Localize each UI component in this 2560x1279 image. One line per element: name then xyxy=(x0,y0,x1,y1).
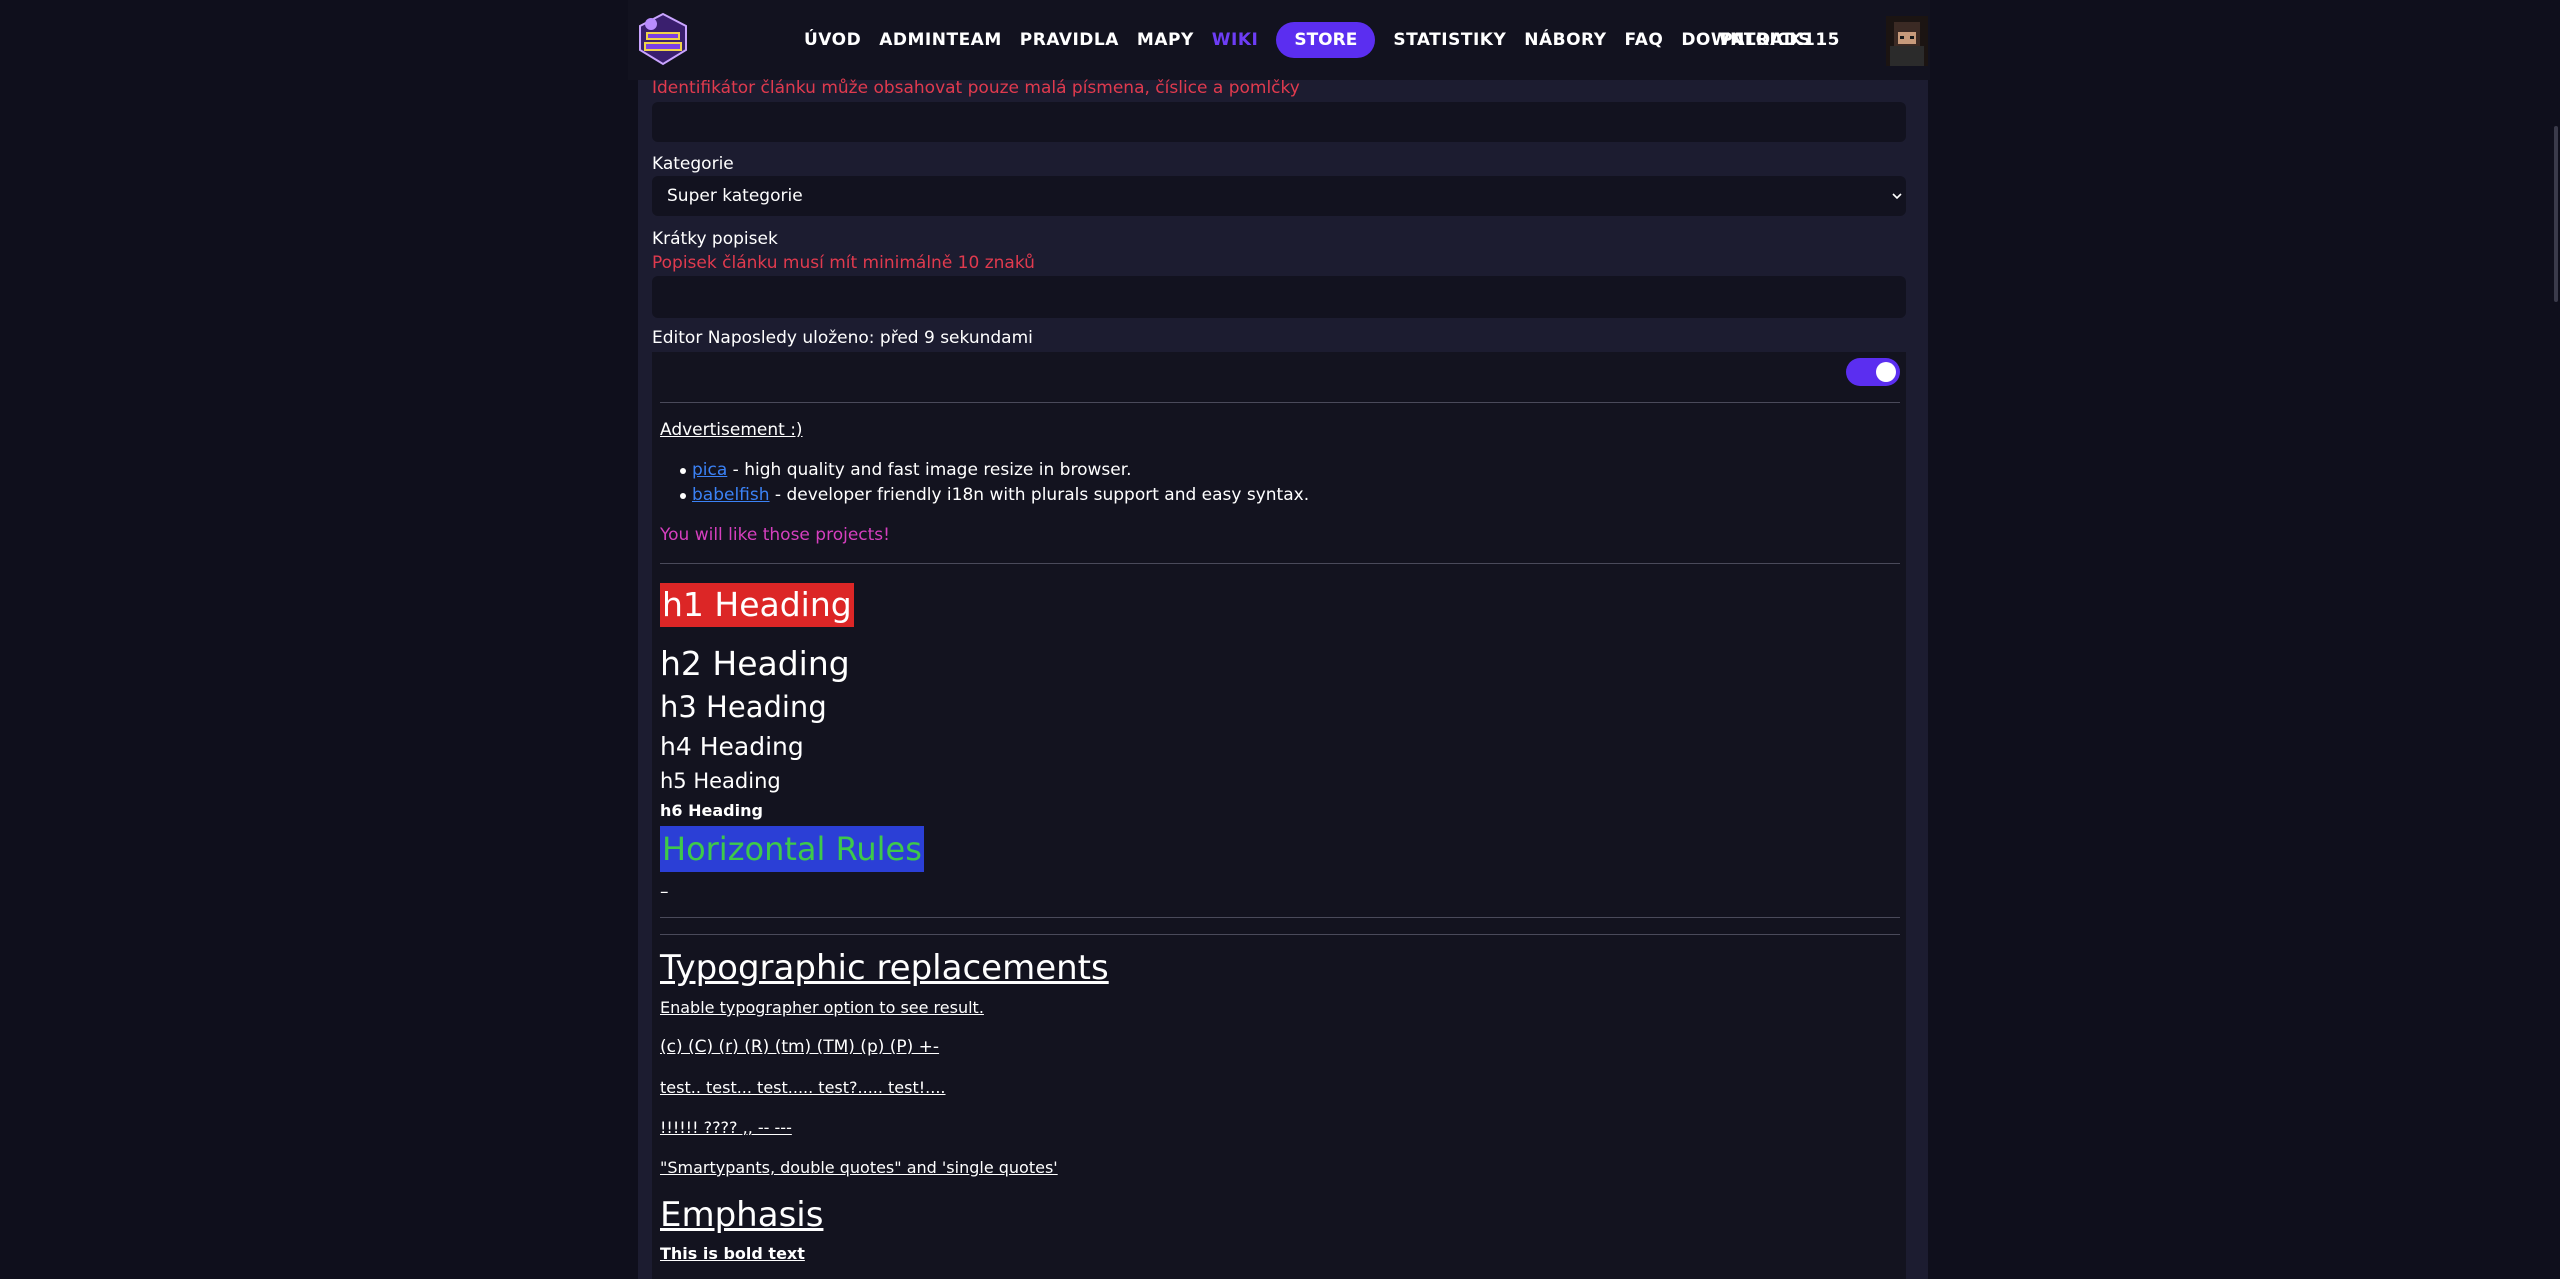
slug-input[interactable] xyxy=(652,102,1906,142)
horizontal-rules-heading: Horizontal Rules xyxy=(660,826,924,872)
nav-menu: ÚVOD ADMINTEAM PRAVIDLA MAPY WIKI STORE … xyxy=(804,0,1829,80)
ad-item-babelfish: babelfish - developer friendly i18n with… xyxy=(692,485,1309,505)
divider xyxy=(660,917,1900,918)
h6-heading: h6 Heading xyxy=(660,801,763,820)
h3-heading: h3 Heading xyxy=(660,690,827,724)
nav-link-uvod[interactable]: ÚVOD xyxy=(804,30,861,50)
h5-heading: h5 Heading xyxy=(660,769,781,793)
chevron-down-icon xyxy=(1892,193,1902,200)
category-label: Kategorie xyxy=(652,154,734,174)
description-label: Krátky popisek xyxy=(652,229,778,249)
divider xyxy=(660,563,1900,564)
editor-label: Editor Naposledy uloženo: před 9 sekunda… xyxy=(652,328,1033,348)
bullet-icon xyxy=(680,468,686,474)
nav-link-adminteam[interactable]: ADMINTEAM xyxy=(879,30,1002,50)
bold-text: This is bold text xyxy=(660,1244,805,1263)
ad-title: Advertisement :) xyxy=(660,420,803,440)
babelfish-link[interactable]: babelfish xyxy=(692,485,770,505)
editor-preview-toggle[interactable] xyxy=(1846,358,1900,386)
slug-error: Identifikátor článku může obsahovat pouz… xyxy=(652,78,1300,98)
typographic-heading: Typographic replacements xyxy=(660,948,1109,988)
emphasis-heading: Emphasis xyxy=(660,1195,824,1235)
ad-item-pica: pica - high quality and fast image resiz… xyxy=(692,460,1132,480)
typo-line: test.. test... test..... test?..... test… xyxy=(660,1078,946,1097)
divider xyxy=(660,402,1900,403)
toggle-knob xyxy=(1876,362,1896,382)
nav-link-mapy[interactable]: MAPY xyxy=(1137,30,1194,50)
ad-footer: You will like those projects! xyxy=(660,525,890,545)
ad-item-text: - developer friendly i18n with plurals s… xyxy=(769,485,1310,505)
pica-link[interactable]: pica xyxy=(692,460,727,480)
category-select[interactable]: Super kategorie xyxy=(652,176,1906,216)
description-input[interactable] xyxy=(652,276,1906,318)
avatar[interactable] xyxy=(1886,16,1928,66)
ad-item-text: - high quality and fast image resize in … xyxy=(727,460,1132,480)
nav-link-pravidla[interactable]: PRAVIDLA xyxy=(1020,30,1119,50)
typo-line: (c) (C) (r) (R) (tm) (TM) (p) (P) +- xyxy=(660,1037,940,1057)
typo-line: !!!!!! ???? ,, -- --- xyxy=(660,1118,792,1137)
typo-line: "Smartypants, double quotes" and 'single… xyxy=(660,1158,1058,1177)
dash-text: – xyxy=(660,882,669,902)
avatar-icon xyxy=(1886,16,1928,66)
nav-link-nabory[interactable]: NÁBORY xyxy=(1524,30,1606,50)
typo-line: Enable typographer option to see result. xyxy=(660,998,984,1017)
h2-heading: h2 Heading xyxy=(660,644,850,683)
user-menu[interactable]: PATRICK115 xyxy=(1720,0,1840,80)
navbar: ÚVOD ADMINTEAM PRAVIDLA MAPY WIKI STORE … xyxy=(628,0,1930,80)
username: PATRICK115 xyxy=(1720,30,1840,50)
scrollbar-thumb[interactable] xyxy=(2554,126,2558,302)
category-select-value: Super kategorie xyxy=(667,186,803,206)
nav-link-wiki[interactable]: WIKI xyxy=(1212,30,1259,50)
divider xyxy=(660,934,1900,935)
store-button[interactable]: STORE xyxy=(1276,22,1376,58)
nav-link-faq[interactable]: FAQ xyxy=(1625,30,1664,50)
h1-heading: h1 Heading xyxy=(660,583,854,627)
bullet-icon xyxy=(680,493,686,499)
h4-heading: h4 Heading xyxy=(660,732,804,761)
description-error: Popisek článku musí mít minimálně 10 zna… xyxy=(652,253,1035,273)
server-logo[interactable] xyxy=(636,12,690,66)
nav-link-statistiky[interactable]: STATISTIKY xyxy=(1393,30,1506,50)
